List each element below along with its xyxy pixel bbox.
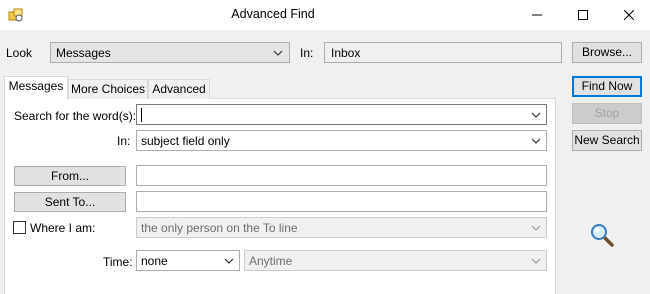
browse-button[interactable]: Browse... — [572, 42, 642, 63]
maximize-button[interactable] — [560, 0, 606, 30]
text-cursor — [141, 108, 142, 122]
where-i-am-value: the only person on the To line — [141, 221, 298, 235]
maximize-icon — [578, 10, 588, 20]
chevron-down-icon — [528, 253, 544, 269]
where-i-am-checkbox[interactable] — [13, 221, 26, 234]
chevron-down-icon[interactable] — [528, 107, 544, 123]
in-field-dropdown[interactable]: subject field only — [136, 130, 547, 151]
new-search-button[interactable]: New Search — [572, 130, 642, 151]
sent-to-input[interactable] — [136, 191, 547, 212]
time-range-value: Anytime — [249, 254, 293, 268]
time-label: Time: — [103, 255, 133, 269]
in-label: In: — [117, 134, 131, 148]
from-input[interactable] — [136, 165, 547, 186]
stop-button: Stop — [572, 103, 642, 124]
where-i-am-label: Where I am: — [30, 221, 96, 235]
chevron-down-icon — [270, 45, 286, 61]
chevron-down-icon — [528, 133, 544, 149]
sent-to-button[interactable]: Sent To... — [14, 192, 126, 212]
search-words-input[interactable] — [136, 104, 547, 125]
look-in-value: Inbox — [331, 46, 361, 60]
close-icon — [624, 10, 634, 20]
look-label: Look — [6, 46, 33, 60]
look-in-field: Inbox — [324, 42, 562, 63]
look-dropdown-value: Messages — [56, 46, 111, 60]
magnifier-icon — [589, 222, 615, 248]
chevron-down-icon — [221, 253, 237, 269]
separator — [14, 243, 544, 244]
look-dropdown[interactable]: Messages — [50, 42, 290, 63]
minimize-button[interactable] — [514, 0, 560, 30]
from-button[interactable]: From... — [14, 166, 126, 186]
time-dropdown[interactable]: none — [136, 250, 240, 271]
tab-more-choices[interactable]: More Choices — [68, 79, 148, 99]
look-in-label: In: — [300, 46, 314, 60]
tab-advanced[interactable]: Advanced — [148, 79, 210, 99]
chevron-down-icon — [528, 220, 544, 236]
tab-messages[interactable]: Messages — [4, 76, 68, 100]
time-range-dropdown: Anytime — [244, 250, 547, 271]
minimize-icon — [532, 10, 542, 20]
time-value: none — [141, 254, 168, 268]
where-i-am-dropdown: the only person on the To line — [136, 217, 547, 238]
in-field-value: subject field only — [141, 134, 230, 148]
close-button[interactable] — [606, 0, 650, 30]
find-now-button[interactable]: Find Now — [572, 76, 642, 97]
window-title: Advanced Find — [231, 7, 315, 21]
search-words-label: Search for the word(s): — [14, 109, 137, 123]
separator — [14, 157, 544, 158]
